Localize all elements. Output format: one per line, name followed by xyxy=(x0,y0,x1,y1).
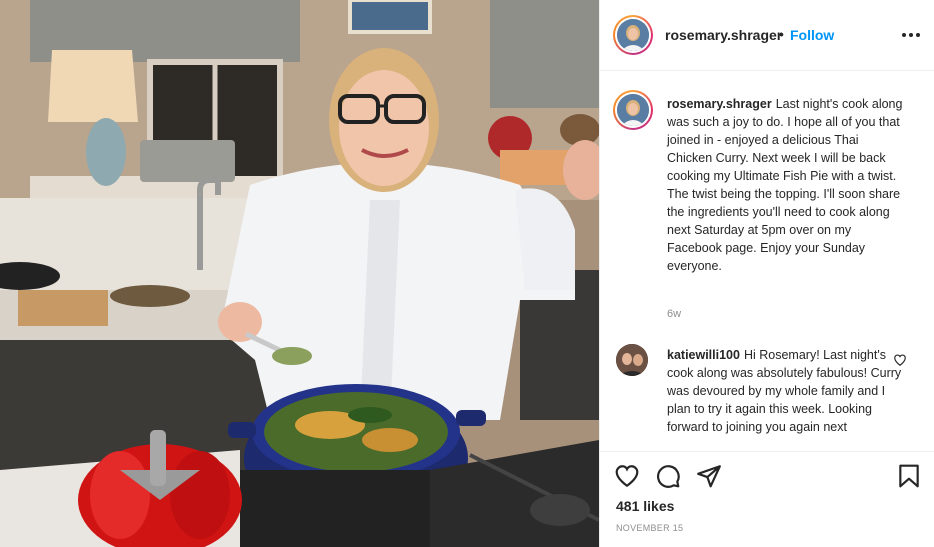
caption-body: Last night's cook along was such a joy t… xyxy=(667,97,903,273)
likes-count[interactable]: 481 likes xyxy=(616,498,674,514)
avatar[interactable] xyxy=(616,344,648,376)
heart-icon[interactable] xyxy=(614,463,640,489)
commenter-photo xyxy=(616,344,648,376)
follow-button[interactable]: Follow xyxy=(790,27,834,43)
caption-username[interactable]: rosemary.shrager xyxy=(667,97,772,111)
avatar[interactable] xyxy=(613,15,653,55)
caption-text: rosemary.shrager Last night's cook along … xyxy=(667,95,907,275)
comments-area[interactable]: rosemary.shrager Last night's cook along … xyxy=(600,71,934,451)
post-header: rosemary.shrager • Follow xyxy=(600,0,934,71)
post-side-panel: rosemary.shrager • Follow rosemary.shrag… xyxy=(599,0,934,547)
post-photo[interactable] xyxy=(0,0,599,547)
caption-age[interactable]: 6w xyxy=(667,308,681,320)
post-date[interactable]: NOVEMBER 15 xyxy=(616,523,683,533)
profile-photo xyxy=(617,94,649,126)
comment-text: katiewilli100 Hi Rosemary! Last night's c… xyxy=(667,346,907,436)
profile-photo xyxy=(617,19,649,51)
heart-icon[interactable] xyxy=(893,353,907,367)
avatar[interactable] xyxy=(613,90,653,130)
comment-username[interactable]: katiewilli100 xyxy=(667,348,740,362)
comment-icon[interactable] xyxy=(655,463,681,489)
more-horizontal-icon[interactable] xyxy=(902,33,920,37)
bookmark-icon[interactable] xyxy=(896,463,922,489)
post-actions: 481 likes NOVEMBER 15 xyxy=(600,451,934,547)
post-image xyxy=(0,0,599,547)
header-username[interactable]: rosemary.shrager xyxy=(665,27,782,43)
share-icon[interactable] xyxy=(696,463,722,489)
header-separator: • xyxy=(779,26,784,42)
